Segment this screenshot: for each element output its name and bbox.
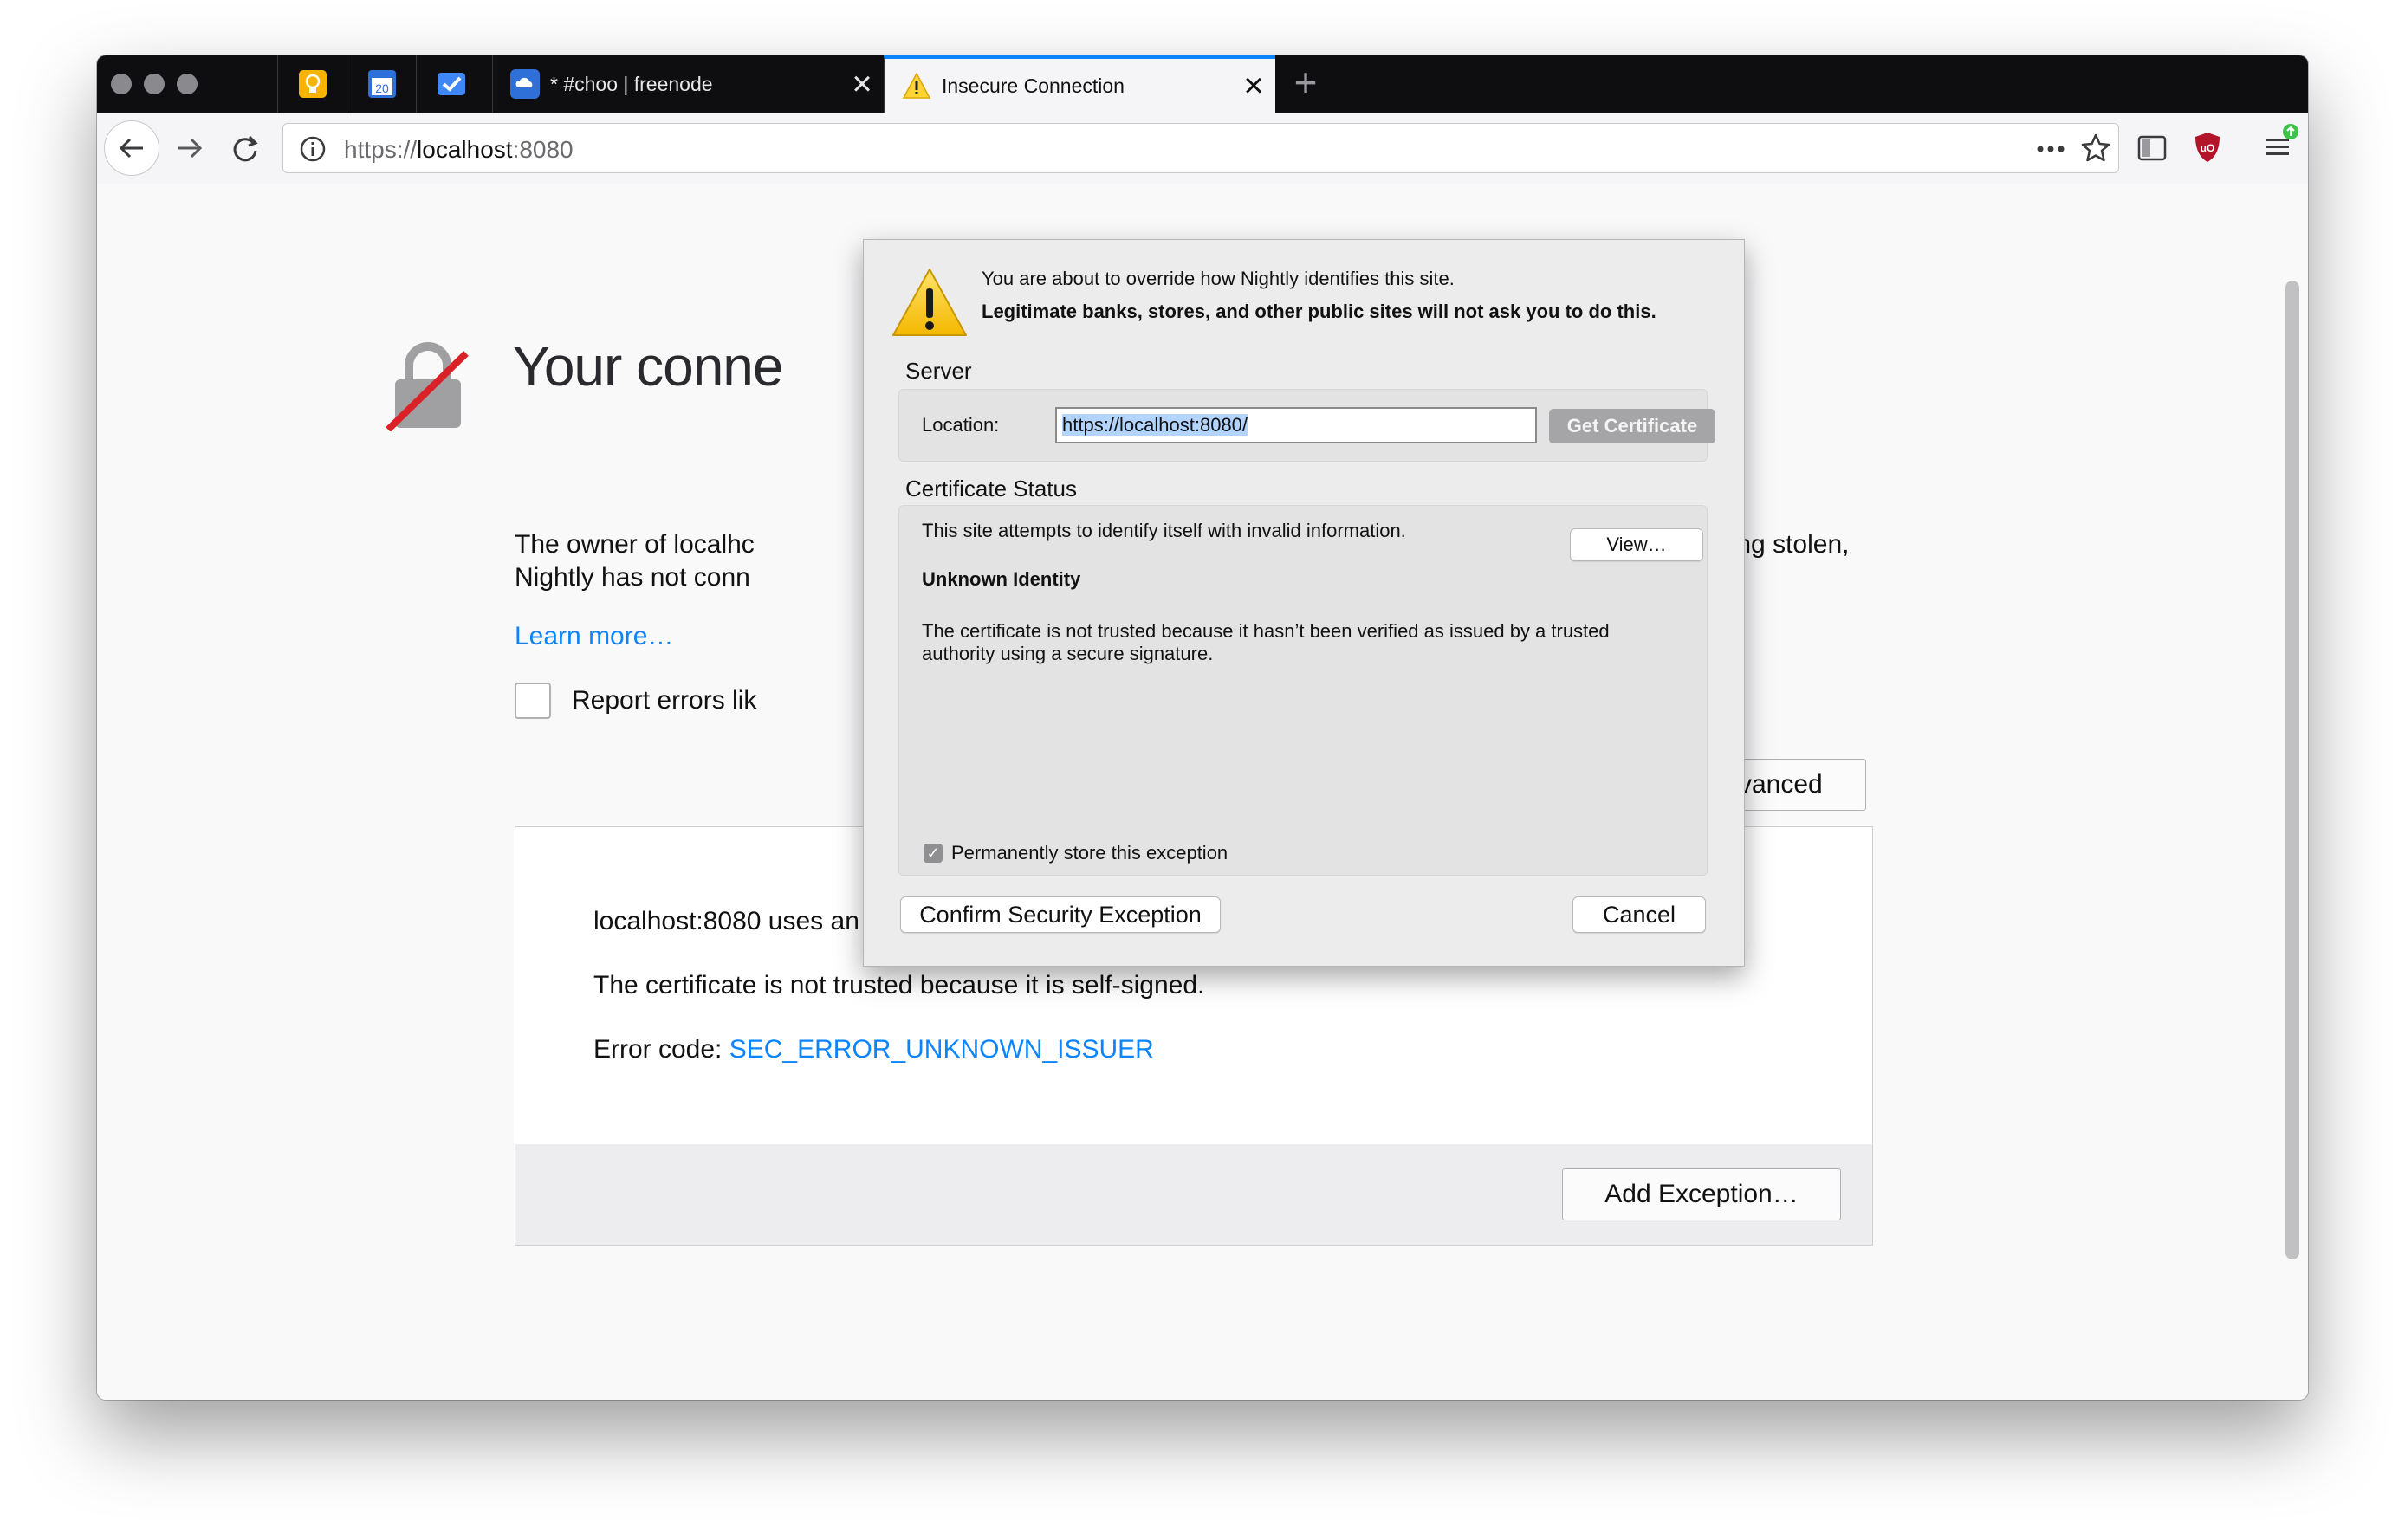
pinned-tab-calendar[interactable]: 20 [347, 55, 417, 113]
server-group: Location: https://localhost:8080/ Get Ce… [898, 389, 1715, 462]
confirm-security-exception-button[interactable]: Confirm Security Exception [900, 896, 1221, 933]
advanced-text-line2: The certificate is not trusted because i… [593, 971, 1205, 1000]
page-actions-icon[interactable] [2035, 136, 2066, 162]
zoom-window-button[interactable] [177, 74, 198, 94]
error-code-label: Error code: [593, 1035, 729, 1064]
identity-explanation-line1: The certificate is not trusted because i… [922, 620, 1610, 642]
tab-title: * #choo | freenode [550, 72, 713, 95]
identity-explanation-line2: authority using a secure signature. [922, 643, 1214, 664]
forward-button[interactable] [168, 126, 211, 170]
certificate-status-text: This site attempts to identify itself wi… [922, 520, 1406, 541]
ublock-shield-icon[interactable]: uO [2192, 130, 2223, 165]
warning-icon [892, 269, 967, 336]
broken-lock-icon [386, 342, 469, 431]
report-errors-checkbox[interactable] [515, 683, 551, 719]
learn-more-link[interactable]: Learn more… [515, 620, 673, 653]
tab-strip: 20 * #choo | freenode × Insecure Connect… [97, 55, 2308, 113]
reload-button[interactable] [224, 126, 267, 170]
calendar-day: 20 [375, 81, 389, 95]
view-certificate-button[interactable]: View… [1570, 528, 1703, 561]
error-description-line1: The owner of localhc [515, 530, 755, 559]
close-tab-icon[interactable]: × [840, 67, 884, 101]
new-tab-button[interactable]: + [1284, 62, 1327, 106]
report-errors-label: Report errors lik [572, 686, 757, 715]
pinned-tab-keep[interactable] [277, 55, 347, 113]
menu-icon[interactable] [2261, 123, 2301, 166]
dialog-intro: You are about to override how Nightly id… [982, 268, 1455, 289]
server-heading: Server [905, 358, 972, 384]
back-arrow-icon [119, 138, 143, 159]
navigation-toolbar: https://localhost:8080 uO [97, 113, 2308, 184]
tasks-icon [438, 73, 465, 95]
reload-icon [233, 135, 258, 162]
sidebar-icon[interactable] [2136, 133, 2168, 163]
pinned-tab-tasks[interactable] [416, 55, 486, 113]
get-certificate-button[interactable]: Get Certificate [1549, 409, 1715, 443]
location-label: Location: [922, 414, 1000, 436]
permanent-exception-checkbox[interactable]: ✓ [924, 844, 943, 863]
tab-insecure-connection[interactable]: Insecure Connection × [884, 55, 1275, 113]
unknown-identity-heading: Unknown Identity [922, 568, 1081, 590]
browser-window: 20 * #choo | freenode × Insecure Connect… [97, 55, 2308, 1400]
permanent-exception-label: Permanently store this exception [951, 842, 1228, 864]
error-description-line2: Nightly has not conn [515, 563, 750, 592]
add-security-exception-dialog: You are about to override how Nightly id… [863, 239, 1745, 967]
error-code-link[interactable]: SEC_ERROR_UNKNOWN_ISSUER [729, 1035, 1154, 1064]
certificate-status-group: This site attempts to identify itself wi… [898, 505, 1708, 876]
dialog-warning: Legitimate banks, stores, and other publ… [982, 301, 1656, 322]
bookmark-star-icon[interactable] [2080, 133, 2111, 164]
error-title: Your conne [513, 335, 783, 398]
advanced-panel-footer: Add Exception… [515, 1144, 1872, 1245]
back-button[interactable] [104, 120, 159, 176]
calendar-icon: 20 [368, 70, 396, 98]
scrollbar[interactable] [2285, 281, 2299, 1259]
close-window-button[interactable] [111, 74, 132, 94]
forward-arrow-icon [178, 138, 203, 159]
certificate-status-heading: Certificate Status [905, 476, 1077, 501]
lightbulb-icon [299, 70, 327, 98]
url-port: :8080 [512, 136, 574, 163]
url-bar[interactable]: https://localhost:8080 [282, 123, 2119, 173]
info-icon[interactable] [299, 135, 327, 163]
cloud-icon [510, 69, 540, 99]
url-host: localhost [417, 136, 513, 163]
url-text: https://localhost:8080 [344, 136, 574, 164]
url-scheme: https:// [344, 136, 418, 163]
tab-title: Insecure Connection [942, 74, 1125, 97]
tab-choo-freenode[interactable]: * #choo | freenode × [492, 55, 884, 113]
error-code-row: Error code: SEC_ERROR_UNKNOWN_ISSUER [593, 1035, 1154, 1064]
minimize-window-button[interactable] [144, 74, 165, 94]
warning-icon [902, 71, 931, 100]
close-tab-icon[interactable]: × [1232, 68, 1275, 103]
svg-text:uO: uO [2201, 142, 2215, 154]
cancel-button[interactable]: Cancel [1572, 896, 1706, 933]
add-exception-button[interactable]: Add Exception… [1562, 1168, 1841, 1220]
location-input[interactable]: https://localhost:8080/ [1055, 407, 1537, 443]
location-value: https://localhost:8080/ [1062, 414, 1248, 436]
